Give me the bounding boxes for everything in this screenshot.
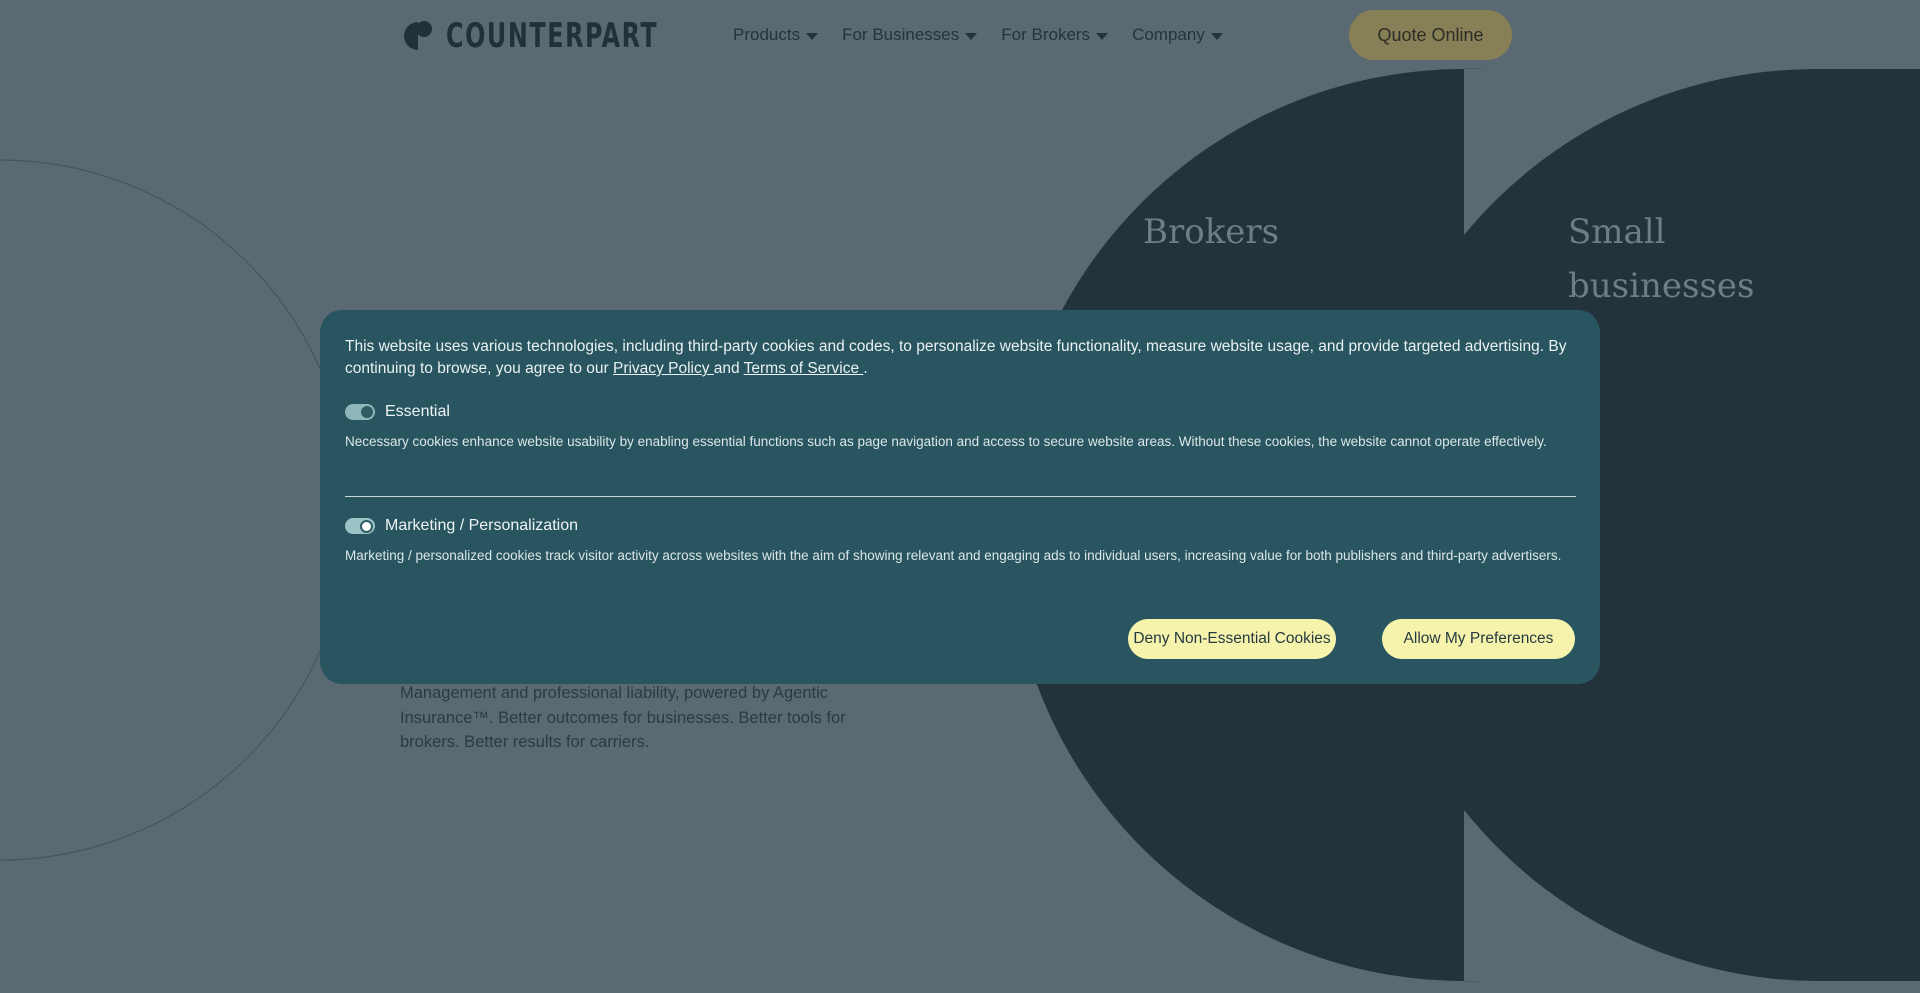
nav-for-businesses-label: For Businesses bbox=[842, 25, 960, 44]
essential-toggle-row: Essential bbox=[345, 403, 450, 421]
toggle-knob bbox=[360, 519, 373, 533]
logo-text: COUNTERPART bbox=[446, 16, 659, 56]
logo[interactable]: COUNTERPART bbox=[402, 16, 718, 56]
section-divider bbox=[345, 496, 1576, 497]
marketing-description: Marketing / personalized cookies track v… bbox=[345, 548, 1562, 563]
hero-description: Management and professional liability, p… bbox=[400, 681, 860, 755]
cookie-intro-text: This website uses various technologies, … bbox=[345, 338, 1567, 377]
quote-online-button[interactable]: Quote Online bbox=[1349, 10, 1512, 60]
essential-toggle[interactable] bbox=[345, 404, 375, 420]
nav-products[interactable]: Products bbox=[733, 25, 819, 45]
marketing-label: Marketing / Personalization bbox=[385, 517, 578, 534]
small-business-title-line2: businesses bbox=[1568, 266, 1755, 306]
logo-mark-icon bbox=[402, 20, 434, 52]
small-business-panel-title[interactable]: Small businesses bbox=[1568, 205, 1754, 313]
caret-down-icon bbox=[1096, 32, 1109, 40]
small-business-title-line1: Small bbox=[1568, 212, 1666, 252]
caret-down-icon bbox=[1210, 32, 1223, 40]
essential-description: Necessary cookies enhance website usabil… bbox=[345, 434, 1547, 449]
nav-for-businesses[interactable]: For Businesses bbox=[842, 25, 978, 45]
terms-of-service-link[interactable]: Terms of Service bbox=[744, 360, 864, 377]
cookie-intro-and: and bbox=[713, 360, 744, 377]
nav-company[interactable]: Company bbox=[1132, 25, 1223, 45]
cookie-consent-modal: This website uses various technologies, … bbox=[320, 310, 1600, 684]
brokers-panel-title[interactable]: Brokers bbox=[1143, 205, 1279, 259]
nav-for-brokers[interactable]: For Brokers bbox=[1001, 25, 1109, 45]
main-nav: Products For Businesses For Brokers Comp… bbox=[733, 25, 1223, 45]
deny-non-essential-button[interactable]: Deny Non-Essential Cookies bbox=[1128, 619, 1336, 659]
privacy-policy-link[interactable]: Privacy Policy bbox=[613, 360, 714, 377]
site-header: COUNTERPART Products For Businesses For … bbox=[0, 0, 1920, 72]
allow-preferences-button[interactable]: Allow My Preferences bbox=[1382, 619, 1575, 659]
hero-text-line: Insurance™. Better outcomes for business… bbox=[400, 708, 846, 727]
left-arc-line bbox=[0, 159, 351, 861]
nav-products-label: Products bbox=[733, 25, 801, 44]
nav-company-label: Company bbox=[1132, 25, 1205, 44]
cookie-intro-end: . bbox=[863, 360, 868, 377]
cookie-intro: This website uses various technologies, … bbox=[345, 336, 1575, 380]
essential-label: Essential bbox=[385, 403, 450, 420]
caret-down-icon bbox=[965, 32, 978, 40]
nav-for-brokers-label: For Brokers bbox=[1001, 25, 1091, 44]
caret-down-icon bbox=[806, 32, 819, 40]
toggle-knob bbox=[361, 406, 373, 418]
hero-text-line: Management and professional liability, p… bbox=[400, 684, 829, 702]
marketing-toggle[interactable] bbox=[345, 518, 375, 534]
hero-text-line: brokers. Better results for carriers. bbox=[400, 733, 650, 751]
marketing-toggle-row: Marketing / Personalization bbox=[345, 517, 578, 535]
